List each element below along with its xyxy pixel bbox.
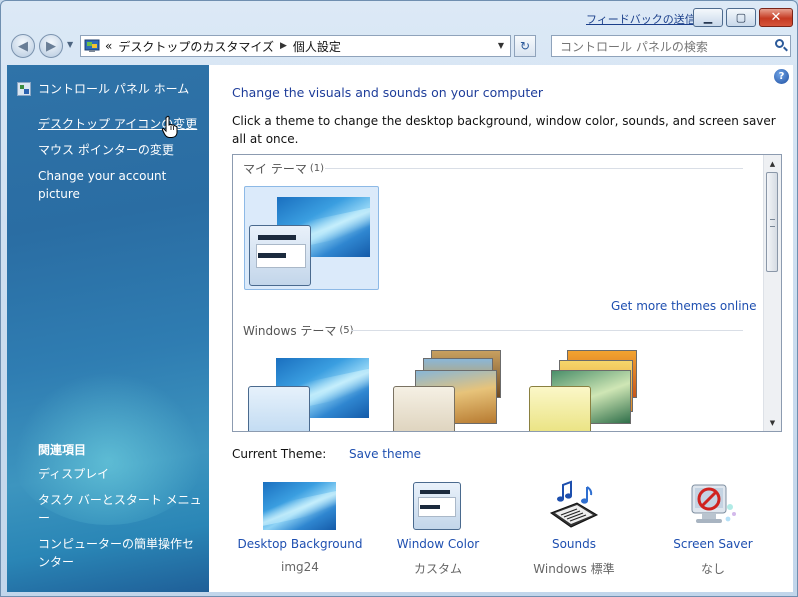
recent-pages-dropdown-icon[interactable]: ▼: [67, 40, 73, 49]
minimize-icon: ▁: [703, 11, 713, 24]
theme-tile-landscapes[interactable]: [383, 350, 518, 431]
scroll-down-icon[interactable]: ▼: [764, 414, 781, 431]
group-windows-themes-header[interactable]: Windows テーマ (5): [243, 322, 354, 339]
theme-tile-my-theme[interactable]: [244, 186, 379, 290]
address-dropdown-icon[interactable]: ▼: [498, 41, 504, 50]
maximize-icon: ▢: [735, 11, 747, 24]
page-description: Click a theme to change the desktop back…: [232, 114, 776, 146]
sounds-value: Windows 標準: [533, 562, 615, 576]
sidebar-link-taskbar-start-menu[interactable]: タスク バーとスタート メニュー: [38, 491, 203, 527]
theme-window-preview: [249, 225, 311, 286]
breadcrumb-item-personalization[interactable]: 個人設定: [293, 38, 341, 55]
sidebar-link-ease-of-access[interactable]: コンピューターの簡単操作センター: [38, 535, 203, 571]
window-color-value: カスタム: [413, 562, 462, 576]
breadcrumb-item-desktop-customize[interactable]: デスクトップのカスタマイズ: [118, 38, 274, 55]
desktop-background-value: img24: [281, 560, 319, 574]
address-bar[interactable]: « デスクトップのカスタマイズ ▶ 個人設定 ▼: [80, 35, 511, 57]
scroll-thumb[interactable]: [766, 172, 778, 272]
window-color-icon: [413, 482, 461, 530]
page-title: Change the visuals and sounds on your co…: [232, 85, 544, 100]
arrow-right-icon: ▶: [46, 38, 56, 54]
sidebar-link-account-picture[interactable]: Change your account picture: [38, 167, 178, 203]
refresh-button[interactable]: ↻: [514, 35, 536, 57]
back-button[interactable]: ◀: [11, 34, 35, 58]
main-content: ? Change the visuals and sounds on your …: [209, 65, 793, 592]
breadcrumb-separator-icon[interactable]: ▶: [280, 41, 287, 51]
hand-cursor-icon: [161, 115, 178, 138]
save-theme-link[interactable]: Save theme: [349, 447, 421, 461]
screen-saver-label[interactable]: Screen Saver: [638, 537, 788, 551]
sounds-icon: [549, 480, 599, 528]
group-windows-themes-label: Windows テーマ: [243, 324, 337, 338]
search-input[interactable]: [558, 38, 762, 56]
personalization-window: フィードバックの送信 ▁ ▢ ✕ ◀ ▶ ▼ « デスクトップのカスタマイズ ▶…: [0, 0, 798, 597]
sidebar: コントロール パネル ホーム デスクトップ アイコンの変更 マウス ポインターの…: [7, 65, 209, 592]
group-my-themes-count: (1): [309, 163, 324, 174]
close-button[interactable]: ✕: [759, 8, 793, 27]
screen-saver-icon: [691, 484, 736, 523]
theme-window-preview: [393, 386, 455, 431]
get-more-themes-link[interactable]: Get more themes online: [611, 299, 757, 313]
minimize-button[interactable]: ▁: [693, 8, 723, 27]
group-my-themes-label: マイ テーマ: [243, 162, 307, 176]
group-my-themes-header[interactable]: マイ テーマ (1): [243, 160, 324, 177]
search-box[interactable]: [551, 35, 791, 57]
feedback-link[interactable]: フィードバックの送信: [586, 11, 696, 27]
refresh-icon: ↻: [519, 39, 531, 53]
control-panel-home-icon: [17, 81, 31, 96]
title-bar: フィードバックの送信 ▁ ▢ ✕: [1, 1, 797, 31]
theme-list-scrollbar[interactable]: ▲ ▼: [763, 155, 781, 431]
theme-window-preview: [529, 386, 591, 431]
search-icon[interactable]: [775, 39, 784, 48]
desktop-background-icon: [263, 482, 336, 530]
control-panel-home-label: コントロール パネル ホーム: [38, 82, 190, 96]
window-color-label[interactable]: Window Color: [363, 537, 513, 551]
current-theme-label: Current Theme:: [232, 447, 327, 461]
theme-window-preview: [248, 386, 310, 431]
navigation-bar: ◀ ▶ ▼ « デスクトップのカスタマイズ ▶ 個人設定 ▼ ↻: [1, 31, 797, 61]
group-divider: [325, 168, 743, 169]
sidebar-link-display[interactable]: ディスプレイ: [38, 465, 203, 483]
arrow-left-icon: ◀: [18, 38, 28, 54]
theme-tile-windows-7[interactable]: [244, 350, 379, 431]
scroll-up-icon[interactable]: ▲: [764, 155, 781, 172]
screen-saver-value: なし: [700, 562, 725, 576]
close-icon: ✕: [770, 10, 782, 25]
forward-button[interactable]: ▶: [39, 34, 63, 58]
control-panel-icon: [84, 39, 100, 53]
desktop-background-label[interactable]: Desktop Background: [225, 537, 375, 551]
sidebar-link-mouse-pointers[interactable]: マウス ポインターの変更: [38, 141, 203, 159]
sounds-label[interactable]: Sounds: [499, 537, 649, 551]
maximize-button[interactable]: ▢: [726, 8, 756, 27]
breadcrumb-overflow[interactable]: «: [105, 39, 112, 53]
related-topics-heading: 関連項目: [38, 443, 87, 457]
theme-list: マイ テーマ (1) Get more themes online Window…: [232, 154, 782, 432]
help-icon[interactable]: ?: [774, 69, 789, 84]
group-divider: [351, 330, 743, 331]
theme-tile-nature[interactable]: [519, 350, 654, 431]
control-panel-home-link[interactable]: コントロール パネル ホーム: [17, 80, 189, 97]
